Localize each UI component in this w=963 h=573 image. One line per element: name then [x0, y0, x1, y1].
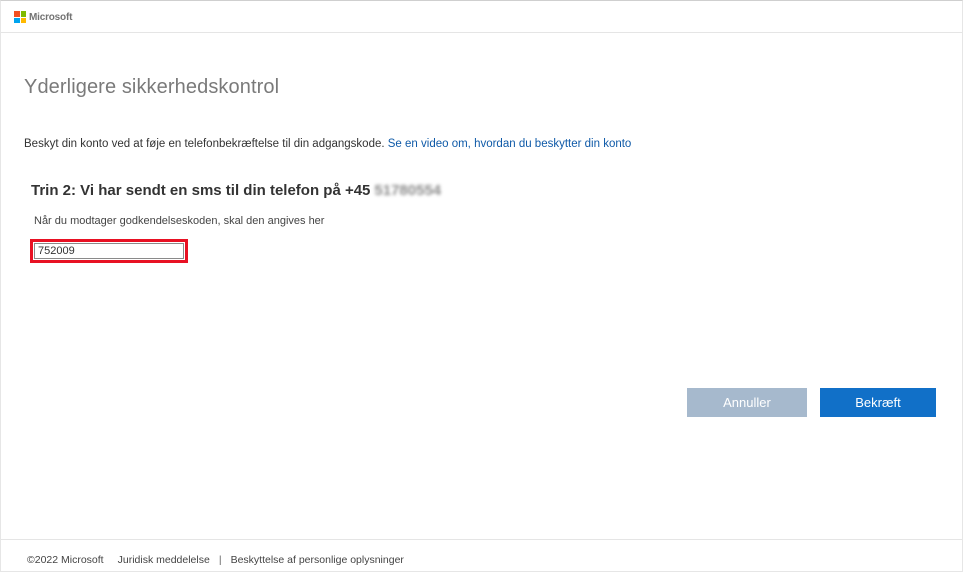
confirm-button[interactable]: Bekræft: [820, 388, 936, 417]
privacy-link[interactable]: Beskyttelse af personlige oplysninger: [231, 554, 404, 566]
masked-phone-number: 51780554: [374, 182, 442, 199]
legal-notice-link[interactable]: Juridisk meddelelse: [118, 554, 210, 566]
video-help-link[interactable]: Se en video om, hvordan du beskytter din…: [388, 138, 632, 150]
footer-separator: |: [218, 554, 222, 566]
page-title: Yderligere sikkerhedskontrol: [24, 76, 280, 98]
intro-text: Beskyt din konto ved at føje en telefonb…: [24, 138, 385, 150]
page-frame: Microsoft Yderligere sikkerhedskontrol B…: [0, 0, 963, 572]
footer-copyright: ©2022 Microsoft: [27, 554, 104, 566]
step-title: Trin 2: Vi har sendt en sms til din tele…: [31, 182, 441, 199]
code-input-highlight: [30, 239, 188, 263]
verification-code-input[interactable]: [34, 243, 184, 259]
footer: ©2022 Microsoft Juridisk meddelelse | Be…: [1, 539, 962, 573]
microsoft-logo-icon: [14, 11, 26, 23]
intro-paragraph: Beskyt din konto ved at føje en telefonb…: [24, 138, 631, 150]
cancel-button[interactable]: Annuller: [687, 388, 807, 417]
step-title-text: Trin 2: Vi har sendt en sms til din tele…: [31, 182, 371, 199]
logo-text: Microsoft: [29, 11, 73, 23]
code-field-label: Når du modtager godkendelseskoden, skal …: [34, 215, 325, 227]
microsoft-logo: Microsoft: [14, 11, 72, 23]
header-bar: Microsoft: [1, 1, 962, 33]
